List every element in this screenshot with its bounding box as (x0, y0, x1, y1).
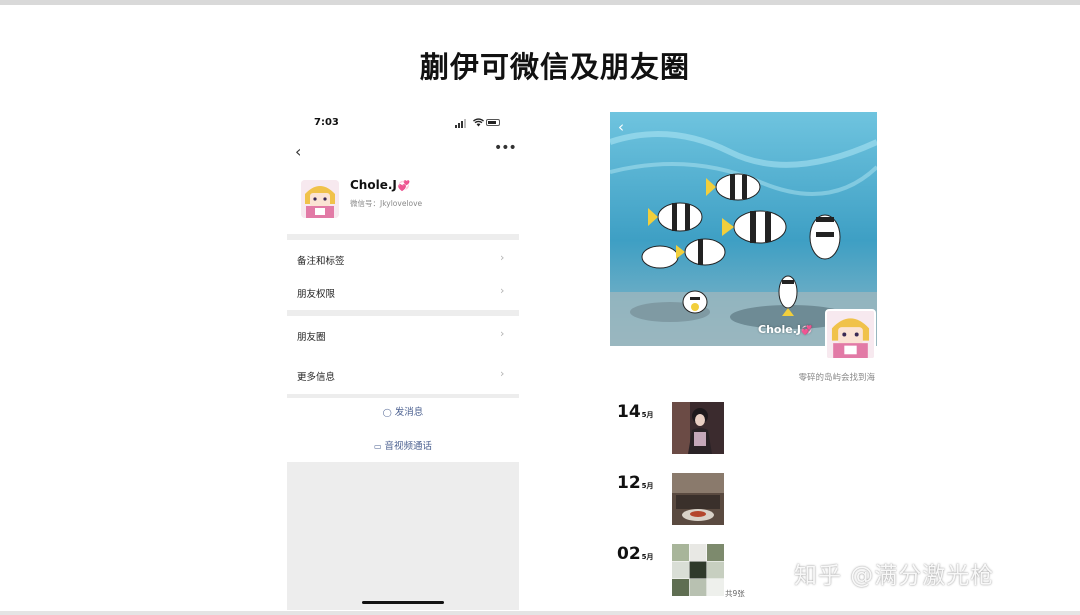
status-time: 7:03 (314, 117, 339, 128)
slide-title: 蒯伊可微信及朋友圈 (419, 50, 690, 84)
back-chevron-icon[interactable]: ‹ (618, 118, 624, 136)
chat-bubble-icon: ◯ (382, 408, 392, 417)
video-camera-icon: ▭ (373, 442, 382, 451)
chevron-right-icon: › (500, 367, 505, 380)
signal-icon (455, 125, 457, 128)
menu-item-label: 备注和标签 (297, 256, 345, 267)
menu-item-more-info[interactable]: 更多信息 › (287, 358, 519, 391)
back-chevron-icon[interactable]: ‹ (295, 142, 301, 161)
menu-item-remark-tags[interactable]: 备注和标签 › (287, 242, 519, 275)
watermark: 知乎 @满分激光枪 (794, 563, 995, 589)
post-thumbnail-grid[interactable] (672, 544, 724, 596)
post-date: 145月 (617, 402, 654, 422)
profile-header: Chole.J💞 微信号：Jkylovelove (287, 168, 519, 234)
battery-icon (486, 119, 500, 126)
more-dots-icon[interactable]: ••• (494, 140, 517, 156)
post-date: 025月 (617, 544, 654, 564)
action-section: ◯ 发消息 ▭ 音视频通话 (287, 398, 519, 462)
chevron-right-icon: › (500, 251, 505, 264)
cover-name-text: Chole.J (758, 323, 801, 336)
home-indicator (362, 601, 444, 604)
profile-name-text: Chole.J (350, 178, 397, 192)
menu-item-moments[interactable]: 朋友圈 › (287, 318, 519, 351)
post-thumbnail[interactable] (672, 402, 724, 454)
signal-icon (464, 119, 466, 128)
chevron-right-icon: › (500, 284, 505, 297)
menu-group-2: 朋友圈 › 更多信息 › (287, 316, 519, 394)
moments-signature: 零碎的岛屿会找到海 (798, 373, 875, 383)
send-message-button[interactable]: ◯ 发消息 (287, 404, 519, 434)
profile-name: Chole.J💞 (350, 178, 410, 192)
post-day: 14 (617, 402, 641, 422)
moments-avatar[interactable] (825, 309, 876, 360)
post-month: 5月 (641, 553, 654, 561)
wifi-icon (473, 118, 484, 130)
menu-group-1: 备注和标签 › 朋友权限 › (287, 240, 519, 310)
post-month: 5月 (641, 482, 654, 490)
signal-icon (461, 121, 463, 128)
menu-item-label: 朋友圈 (297, 332, 326, 343)
post-day: 02 (617, 544, 641, 564)
wechat-contact-screen: 7:03 ‹ ••• Chole.J💞 微信号：Jkylovelove 备注和标… (287, 104, 519, 610)
top-border (0, 0, 1080, 5)
nav-bar: ‹ ••• (287, 138, 519, 168)
menu-item-label: 更多信息 (297, 372, 336, 383)
signal-icon (458, 123, 460, 128)
wechat-id: 微信号：Jkylovelove (350, 199, 423, 208)
send-message-label: 发消息 (394, 407, 424, 418)
video-call-label: 音视频通话 (384, 441, 433, 452)
bottom-border (0, 611, 1080, 615)
menu-item-label: 朋友权限 (297, 289, 336, 300)
chevron-right-icon: › (500, 327, 505, 340)
post-thumbnail[interactable] (672, 473, 724, 525)
cover-name: Chole.J💞 (758, 323, 812, 336)
status-bar: 7:03 (287, 104, 519, 138)
post-photo-count: 共9张 (725, 589, 745, 598)
avatar[interactable] (301, 180, 339, 218)
heart-emoji-icon: 💞 (800, 326, 813, 336)
heart-emoji-icon: 💞 (397, 181, 411, 192)
menu-item-friend-permissions[interactable]: 朋友权限 › (287, 275, 519, 308)
post-date: 125月 (617, 473, 654, 493)
status-icons (455, 118, 503, 128)
post-day: 12 (617, 473, 641, 493)
video-call-button[interactable]: ▭ 音视频通话 (287, 438, 519, 468)
post-month: 5月 (641, 411, 654, 419)
moments-post: 125月 (617, 473, 877, 529)
moments-post: 145月 (617, 402, 877, 458)
